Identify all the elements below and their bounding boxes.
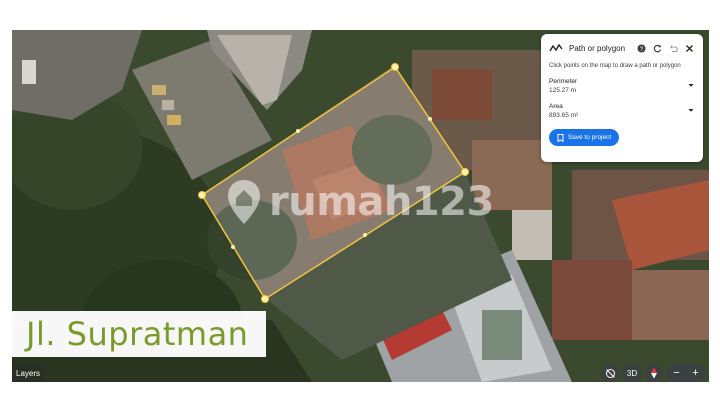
unit-dropdown-icon[interactable] xyxy=(687,81,695,89)
view-3d-button[interactable]: 3D xyxy=(622,364,642,382)
compass-icon xyxy=(651,367,657,379)
panel-hint: Click points on the map to draw a path o… xyxy=(549,63,681,69)
save-to-project-button[interactable]: Save to project xyxy=(549,129,619,146)
redo-icon[interactable] xyxy=(652,43,663,54)
perimeter-label: Perimeter xyxy=(549,78,578,85)
perimeter-value: 125.27 m xyxy=(549,87,577,94)
help-icon[interactable]: ? xyxy=(636,43,647,54)
zoom-out-button[interactable]: − xyxy=(673,367,679,379)
street-name-label: Jl. Supratman xyxy=(12,311,266,357)
layers-label: Layers xyxy=(16,368,41,378)
bookmark-icon xyxy=(557,133,564,142)
view-3d-label: 3D xyxy=(626,368,638,378)
layers-button[interactable]: Layers xyxy=(12,364,45,382)
ruler-path-icon xyxy=(549,43,563,52)
unit-dropdown-icon[interactable] xyxy=(687,106,695,114)
panel-title: Path or polygon xyxy=(569,43,626,53)
location-pin-icon xyxy=(228,180,260,224)
perimeter-row[interactable]: Perimeter 125.27 m xyxy=(549,78,695,95)
area-row[interactable]: Area 893.65 m² xyxy=(549,103,695,120)
measure-panel: Path or polygon ? Click points on the ma… xyxy=(541,34,703,162)
undo-icon[interactable] xyxy=(668,43,679,54)
measure-panel-header: Path or polygon ? xyxy=(549,40,695,56)
close-icon[interactable] xyxy=(684,43,695,54)
no-tilt-icon xyxy=(605,368,615,378)
save-button-label: Save to project xyxy=(567,134,612,141)
zoom-controls: − + xyxy=(667,364,705,382)
street-name-text: Jl. Supratman xyxy=(26,315,249,353)
tilt-toggle-button[interactable] xyxy=(601,364,619,382)
area-label: Area xyxy=(549,103,563,110)
compass-button[interactable] xyxy=(645,364,663,382)
watermark-text: rumah123 xyxy=(269,179,494,225)
zoom-in-button[interactable]: + xyxy=(692,367,698,379)
area-value: 893.65 m² xyxy=(549,112,579,119)
watermark: rumah123 xyxy=(225,178,494,226)
